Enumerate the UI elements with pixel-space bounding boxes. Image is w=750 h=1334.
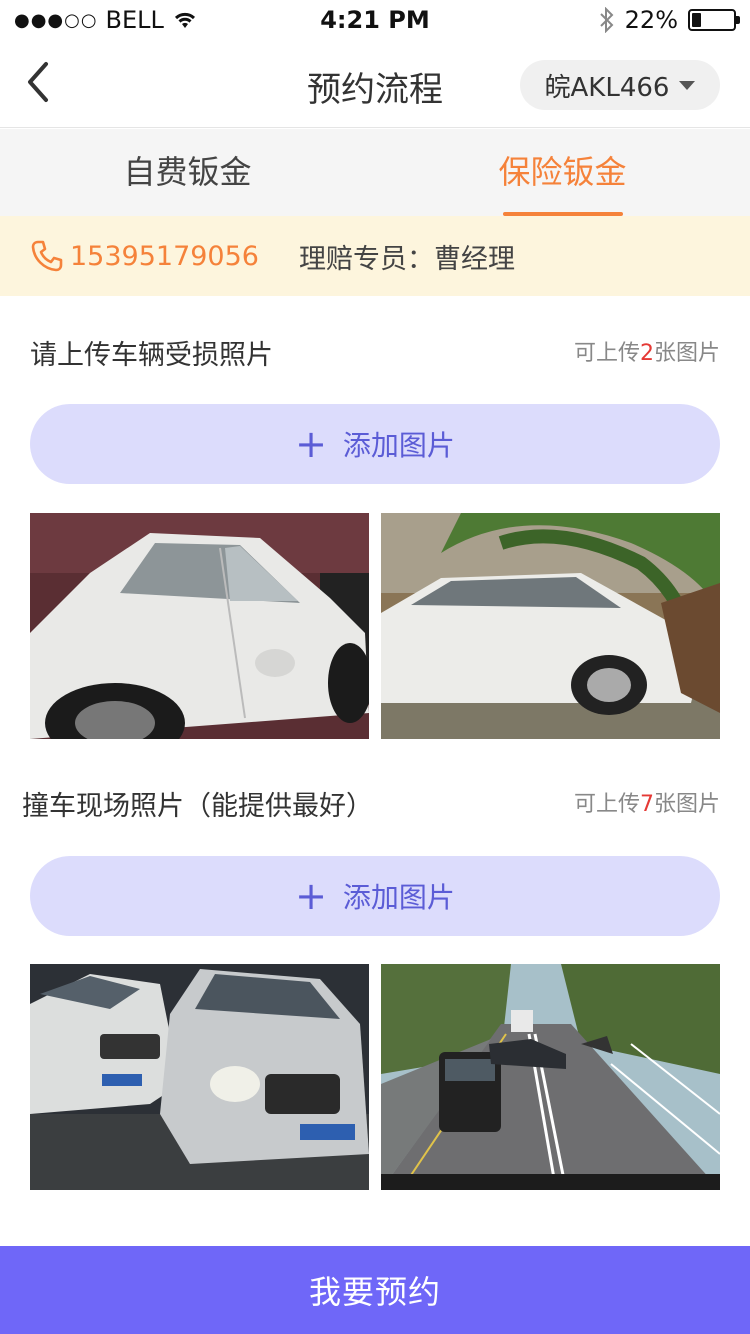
phone-icon (31, 240, 63, 272)
tree-crushed-car-image (381, 513, 720, 739)
book-appointment-label: 我要预约 (308, 1273, 441, 1311)
section-title: 撞车现场照片（能提供最好） (22, 791, 373, 822)
add-scene-photo-button[interactable]: + 添加图片 (30, 856, 720, 936)
scene-photo-2[interactable] (381, 964, 720, 1190)
upload-limit: 可上传2张图片 (574, 335, 720, 367)
battery-icon (688, 9, 740, 31)
battery-fill (692, 13, 701, 27)
section-title: 请上传车辆受损照片 (30, 340, 273, 371)
bluetooth-icon (599, 7, 614, 33)
plus-icon: + (295, 422, 327, 466)
plate-selector[interactable]: 皖AKL466 (520, 60, 720, 110)
upload-limit-suffix: 张图片 (653, 792, 720, 817)
tab-self-pay[interactable]: 自费钣金 (0, 129, 375, 216)
tab-bar: 自费钣金 保险钣金 (0, 129, 750, 216)
upload-limit-count: 7 (639, 792, 654, 817)
plus-icon: + (295, 874, 327, 918)
contact-bar: 15395179056 理赔专员：曹经理 (0, 216, 750, 296)
collision-cars-image (30, 964, 369, 1190)
book-appointment-button[interactable]: 我要预约 (0, 1246, 750, 1334)
upload-limit: 可上传7张图片 (574, 786, 720, 818)
claims-agent-label: 理赔专员：曹经理 (298, 243, 515, 275)
upload-limit-prefix: 可上传 (573, 792, 640, 817)
status-right: 22% (599, 6, 740, 34)
plate-label: 皖AKL466 (544, 72, 670, 103)
damage-photo-1[interactable] (30, 513, 369, 739)
scene-photo-1[interactable] (30, 964, 369, 1190)
upload-limit-count: 2 (639, 341, 654, 366)
upload-limit-suffix: 张图片 (653, 341, 720, 366)
damage-photo-2[interactable] (381, 513, 720, 739)
damage-photos-header: 请上传车辆受损照片 可上传2张图片 (0, 333, 750, 373)
battery-percent: 22% (624, 6, 678, 34)
phone-number-link[interactable]: 15395179056 (70, 241, 259, 272)
caret-down-icon (679, 80, 696, 90)
road-accident-image (381, 964, 720, 1190)
tab-insurance[interactable]: 保险钣金 (375, 129, 750, 216)
status-bar: ●●●○○ BELL 4:21 PM 22% (0, 0, 750, 40)
add-damage-photo-button[interactable]: + 添加图片 (30, 404, 720, 484)
add-photo-label: 添加图片 (342, 429, 455, 462)
damaged-sedan-image (30, 513, 369, 739)
nav-bar: 预约流程 皖AKL466 (0, 40, 750, 128)
tab-label: 自费钣金 (123, 153, 252, 191)
upload-limit-prefix: 可上传 (573, 341, 640, 366)
tab-label: 保险钣金 (498, 153, 627, 191)
scene-photos-header: 撞车现场照片（能提供最好） 可上传7张图片 (0, 784, 750, 824)
add-photo-label: 添加图片 (342, 881, 455, 914)
